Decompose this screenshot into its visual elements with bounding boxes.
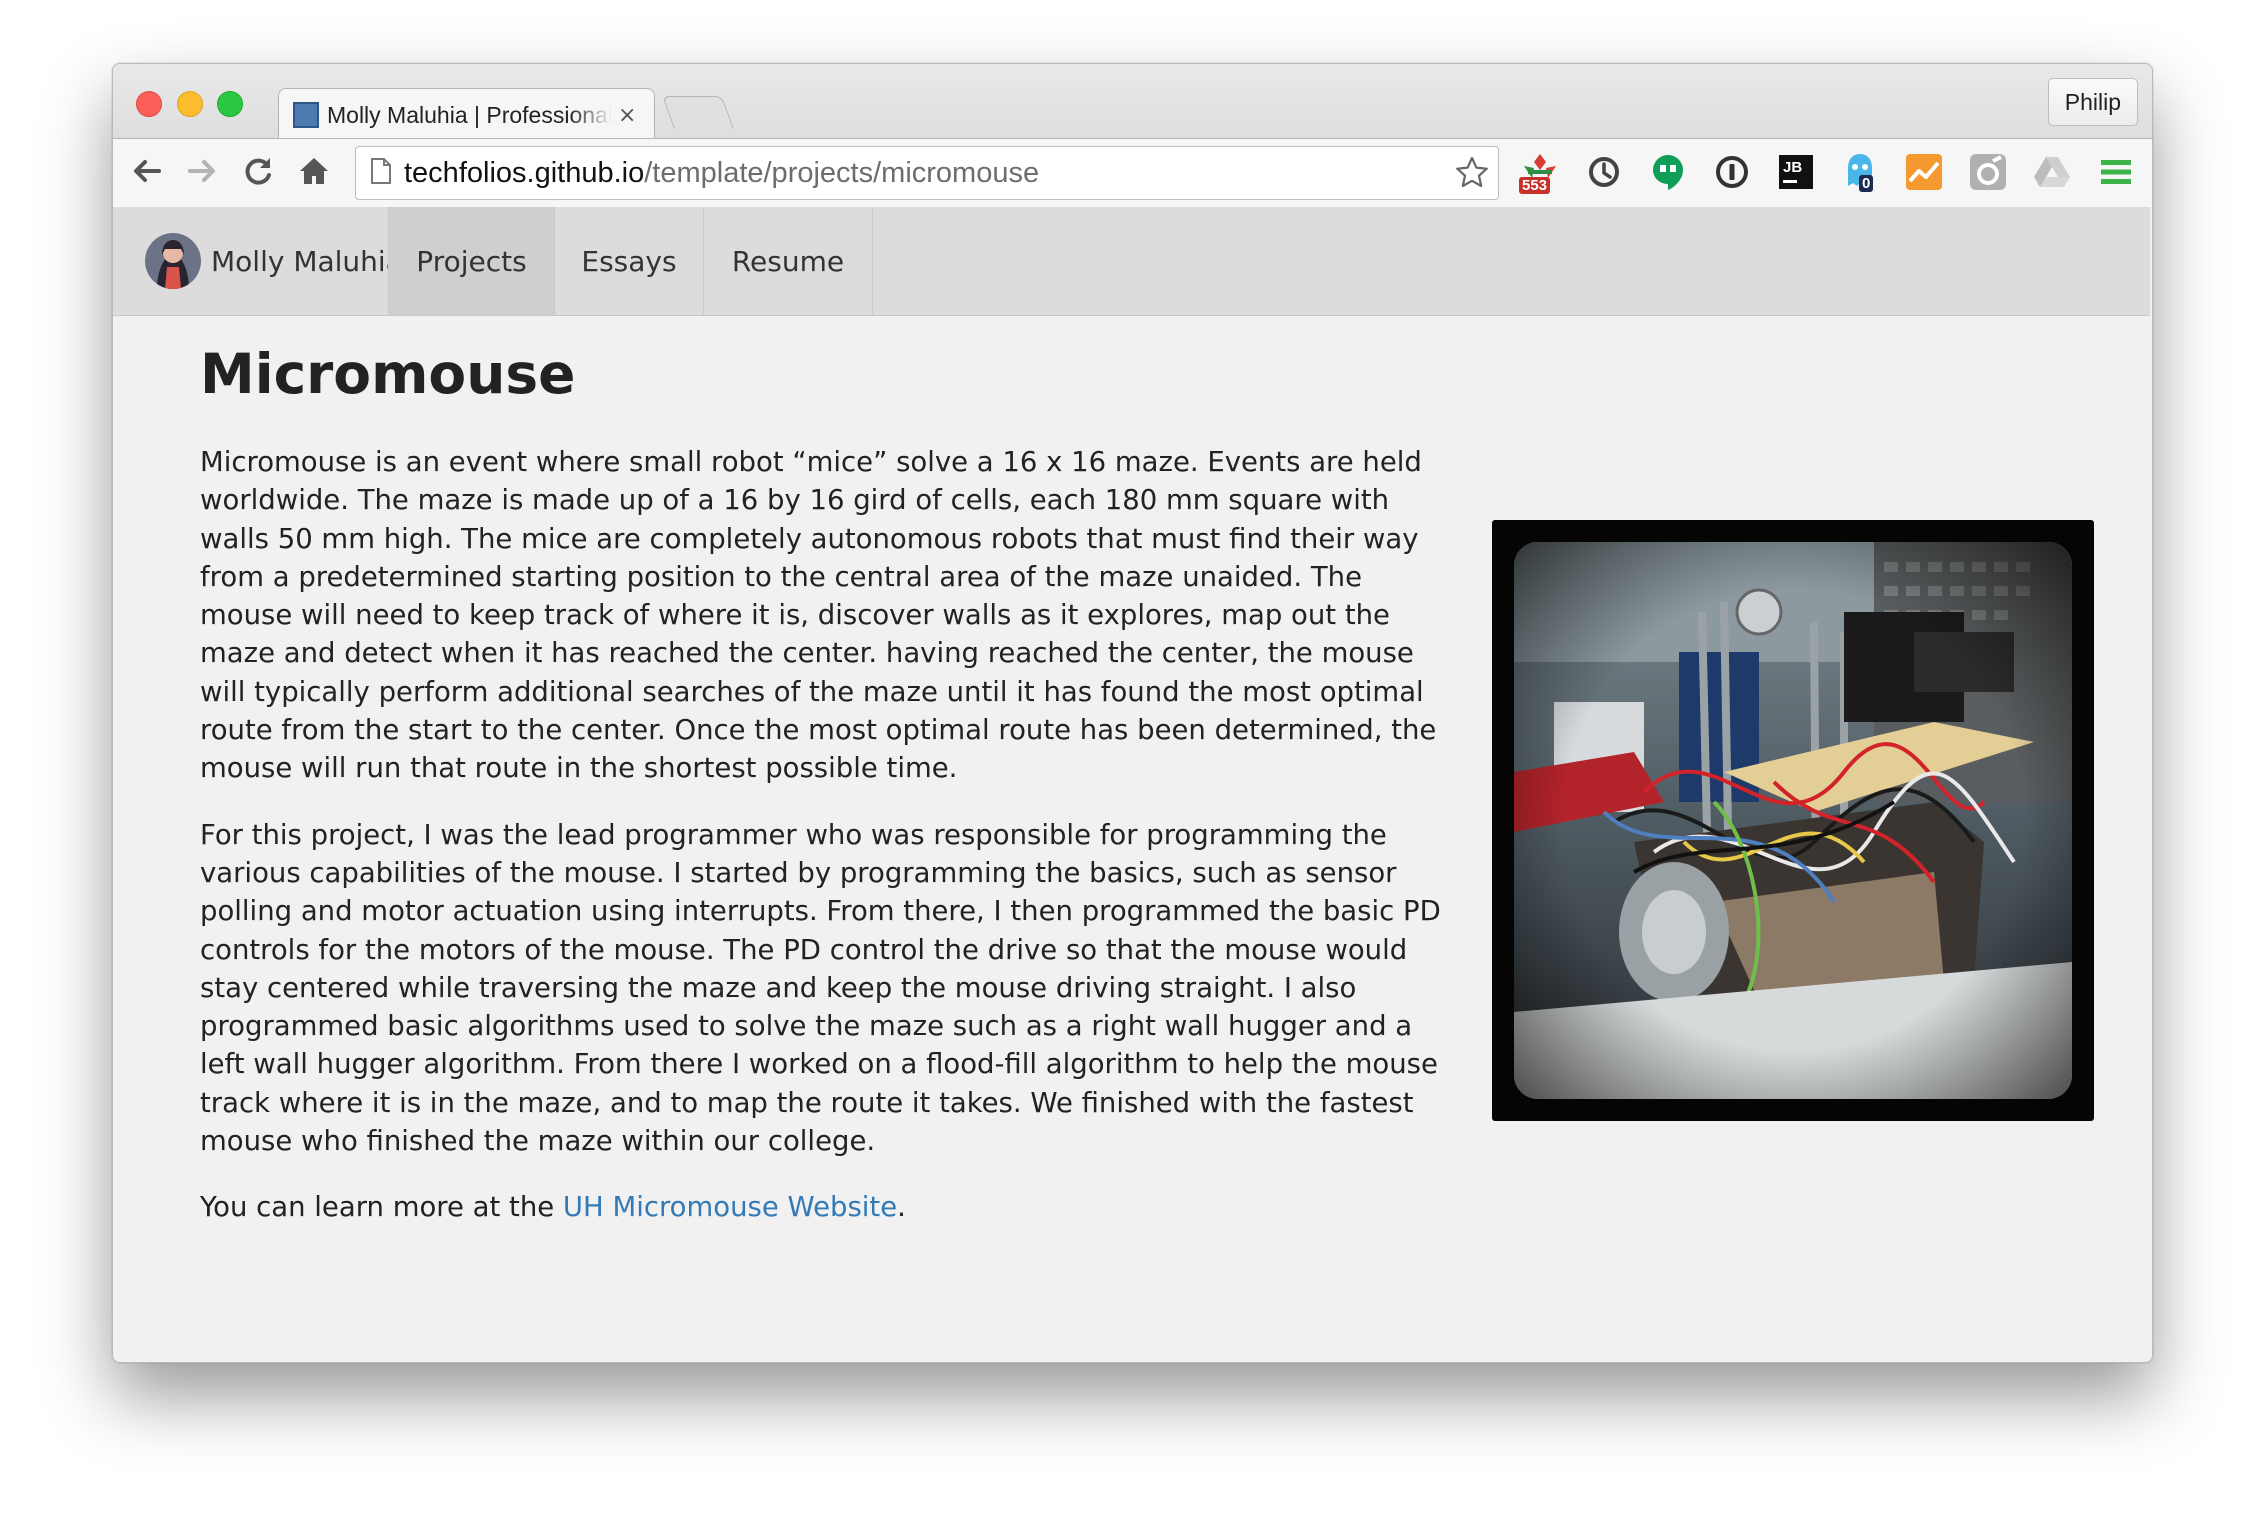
info-icon[interactable]: [1709, 149, 1755, 195]
brand-name: Molly Maluhia: [211, 244, 403, 278]
maximize-window-button[interactable]: [217, 91, 243, 117]
menu-icon[interactable]: [2093, 149, 2139, 195]
nav-resume[interactable]: Resume: [703, 207, 872, 315]
uh-micromouse-link[interactable]: UH Micromouse Website: [563, 1191, 897, 1223]
avatar: [145, 233, 201, 289]
page-title: Micromouse: [200, 342, 576, 406]
paragraph-intro: Micromouse is an event where small robot…: [200, 446, 1437, 785]
paragraph-role: For this project, I was the lead program…: [200, 818, 1441, 1158]
lastpass-icon[interactable]: 553: [1517, 149, 1563, 195]
nav-divider: [872, 207, 873, 315]
ghostery-badge: 0: [1859, 175, 1874, 192]
minimize-window-button[interactable]: [177, 91, 203, 117]
micromouse-photo: [1492, 520, 2094, 1121]
browser-window: Molly Maluhia | Professional Portfolio ×…: [112, 63, 2153, 1363]
tab-close-icon[interactable]: ×: [618, 103, 636, 128]
new-tab-button[interactable]: [661, 96, 735, 129]
main-content: Micromouse Micromouse is an event where …: [200, 342, 2146, 1224]
analytics-icon[interactable]: [1901, 149, 1947, 195]
paragraph-learn-more: You can learn more at the UH Micromouse …: [200, 1188, 1450, 1226]
article-body: Micromouse is an event where small robot…: [200, 443, 1450, 1255]
learn-more-text: You can learn more at the: [200, 1191, 563, 1224]
page-icon: [370, 157, 392, 189]
reload-icon[interactable]: [235, 147, 281, 195]
forward-arrow-icon[interactable]: [180, 147, 226, 195]
hangouts-icon[interactable]: [1645, 149, 1691, 195]
back-arrow-icon[interactable]: [123, 147, 169, 195]
svg-text:JB: JB: [1783, 159, 1802, 176]
sync-icon[interactable]: [1581, 149, 1627, 195]
url-host: techfolios.github.io: [404, 156, 645, 189]
learn-more-period: .: [897, 1191, 906, 1224]
site-navbar: Molly Maluhia Projects Essays Resume: [113, 207, 2150, 316]
url-path: /template/projects/micromouse: [644, 156, 1040, 189]
active-tab[interactable]: Molly Maluhia | Professional Portfolio ×: [278, 88, 655, 141]
bookmark-star-icon[interactable]: [1454, 155, 1490, 195]
page-viewport: Molly Maluhia Projects Essays Resume Mic…: [113, 207, 2152, 1362]
lastpass-badge: 553: [1519, 177, 1551, 194]
nav-essays[interactable]: Essays: [554, 207, 703, 315]
favicon-icon: [293, 102, 319, 128]
tab-strip: Molly Maluhia | Professional Portfolio ×…: [113, 64, 2152, 141]
address-bar[interactable]: techfolios.github.io/template/projects/m…: [355, 146, 1499, 200]
drive-icon[interactable]: [2029, 149, 2075, 195]
nav-projects[interactable]: Projects: [388, 207, 554, 315]
ghostery-icon[interactable]: 0: [1837, 149, 1883, 195]
tab-title: Molly Maluhia | Professional Portfolio: [327, 101, 612, 128]
robot-image: [1514, 542, 2072, 1099]
home-icon[interactable]: [291, 147, 337, 195]
profile-button[interactable]: Philip: [2047, 78, 2138, 126]
close-window-button[interactable]: [136, 91, 162, 117]
jetbrains-icon[interactable]: JB: [1773, 149, 1819, 195]
browser-toolbar: techfolios.github.io/template/projects/m…: [113, 138, 2152, 208]
whatruns-icon[interactable]: [1965, 149, 2011, 195]
brand-link[interactable]: Molly Maluhia: [113, 207, 403, 315]
